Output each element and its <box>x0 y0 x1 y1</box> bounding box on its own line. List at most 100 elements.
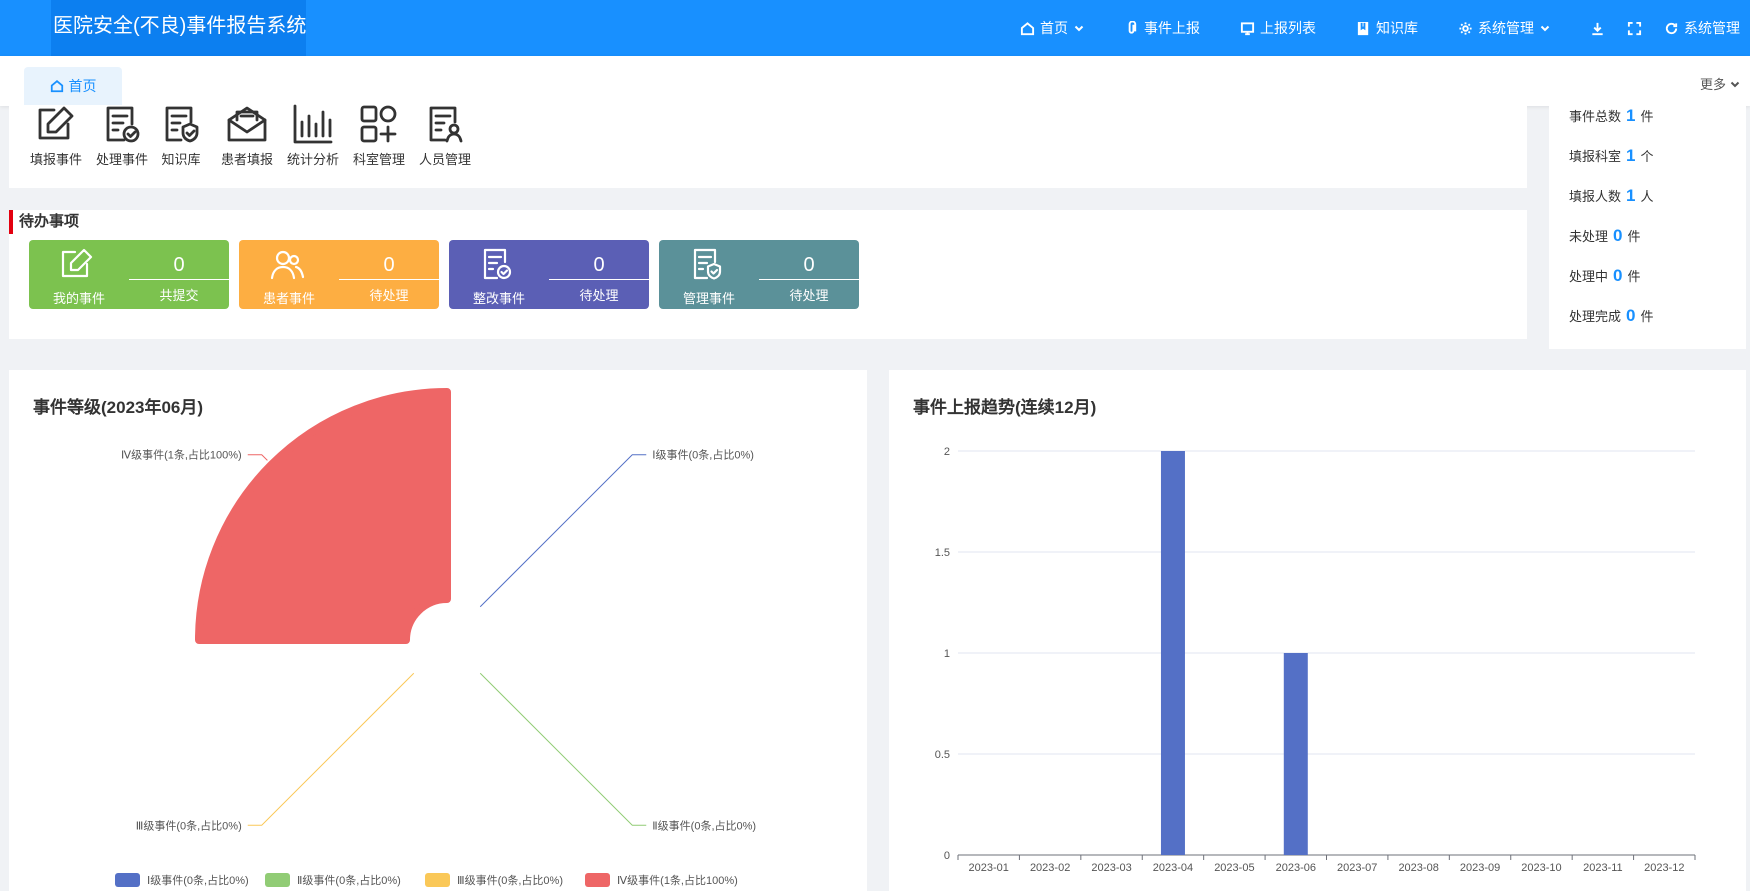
home-icon <box>1020 21 1035 35</box>
trend-chart-panel: 0 0.5 1 1.5 2 2023-01 2023-02 2023-03 2023-04 202… <box>889 370 1746 891</box>
nav-system[interactable]: 系统管理 <box>1458 18 1550 38</box>
stats-panel: 事件总数 1 件 填报科室 1 个 填报人数 1 人 未处理 0 件 处理中 0 件 处理完成 0 件 <box>1549 100 1746 349</box>
quick-link-report-event[interactable]: 填报事件 <box>25 106 87 168</box>
todo-card-label: 整改事件 <box>472 291 525 306</box>
todo-card-label: 管理事件 <box>682 291 735 306</box>
divider <box>549 279 649 280</box>
trend-bar-chart: 0 0.5 1 1.5 2 2023-01 2023-02 2023-03 2023-04 202… <box>935 446 1696 874</box>
book-icon <box>1357 21 1369 35</box>
chevron-down-icon <box>1540 25 1550 32</box>
x-tick-label: 2023-05 <box>1214 862 1254 874</box>
todo-card-sub: 待处理 <box>579 288 619 303</box>
nav-home[interactable]: 首页 <box>1020 18 1084 38</box>
quick-link-label: 科室管理 <box>352 152 405 167</box>
apps-add-icon <box>360 105 397 143</box>
todo-card-count: 0 <box>803 254 815 276</box>
quick-links-panel: 填报事件 处理事件 知识库 患者填报 统计分析 科室管理 人员管理 <box>9 104 1527 188</box>
y-tick-label: 0.5 <box>935 749 950 761</box>
x-tick-label: 2023-10 <box>1521 862 1561 874</box>
download-button[interactable] <box>1590 21 1605 36</box>
app-title: 医院安全(不良)事件报告系统 <box>51 0 306 56</box>
gear-icon <box>1459 21 1472 35</box>
quick-link-patient-report[interactable]: 患者填报 <box>216 106 278 168</box>
legend-swatch[interactable] <box>425 873 450 887</box>
tab-home[interactable]: 首页 <box>24 67 122 105</box>
quick-link-staff[interactable]: 人员管理 <box>414 106 476 168</box>
todo-card-sub: 待处理 <box>369 288 409 303</box>
more-label: 更多 <box>1699 77 1726 92</box>
nav-report-label: 事件上报 <box>1144 20 1200 36</box>
quick-link-label: 填报事件 <box>29 152 82 167</box>
quick-link-label: 知识库 <box>161 152 201 167</box>
x-tick-label: 2023-02 <box>1030 862 1070 874</box>
legend-swatch[interactable] <box>115 873 140 887</box>
stat-value: 1 <box>1626 106 1636 125</box>
legend-label[interactable]: Ⅲ级事件(0条,占比0%) <box>457 873 563 887</box>
tabs-bar: 首页 更多 <box>0 56 1750 106</box>
monitor-icon <box>1240 21 1255 35</box>
quick-link-handle-event[interactable]: 处理事件 <box>91 106 153 168</box>
user-menu[interactable]: 系统管理 <box>1664 18 1740 38</box>
nav-knowledge[interactable]: 知识库 <box>1356 18 1418 38</box>
legend-swatch[interactable] <box>265 873 290 887</box>
quick-link-label: 处理事件 <box>95 152 148 167</box>
todo-card-patient-events[interactable]: 患者事件 0 待处理 <box>239 240 439 309</box>
quick-link-statistics[interactable]: 统计分析 <box>282 104 344 168</box>
stat-processing: 处理中 0 件 <box>1569 266 1641 285</box>
trend-chart-title: 事件上报趋势(连续12月) <box>913 398 1097 417</box>
rose-slice-4[interactable] <box>195 388 451 644</box>
legend-label[interactable]: Ⅳ级事件(1条,占比100%) <box>617 873 738 887</box>
doc-user-icon <box>429 106 463 143</box>
tab-home-label: 首页 <box>68 78 97 94</box>
divider <box>339 279 439 280</box>
legend-swatch[interactable] <box>585 873 610 887</box>
top-header: 医院安全(不良)事件报告系统 首页 事件上报 上报列表 知识库 系统管理 系统管… <box>0 0 1750 56</box>
todo-card-label: 患者事件 <box>262 291 315 306</box>
y-tick-label: 2 <box>944 446 950 458</box>
todo-card-count: 0 <box>593 254 605 276</box>
todo-card-my-events[interactable]: 我的事件 0 共提交 <box>29 240 229 309</box>
level-chart-panel: Ⅰ级事件(0条,占比0%) Ⅱ级事件(0条,占比0%) Ⅲ级事件(0条,占比0%) Ⅳ… <box>9 370 867 891</box>
x-tick-label: 2023-03 <box>1091 862 1131 874</box>
quick-link-department[interactable]: 科室管理 <box>348 105 410 168</box>
bar-2023-06[interactable] <box>1283 653 1308 855</box>
nav-system-label: 系统管理 <box>1478 20 1534 36</box>
rose-leader-line <box>479 672 647 826</box>
todo-title: 待办事项 <box>9 210 79 234</box>
stat-departments: 填报科室 1 个 <box>1569 146 1654 165</box>
refresh-icon <box>1665 22 1678 34</box>
x-tick-label: 2023-08 <box>1398 862 1438 874</box>
legend-label[interactable]: Ⅰ级事件(0条,占比0%) <box>147 873 249 887</box>
fullscreen-button[interactable] <box>1627 21 1642 36</box>
doc-check-icon <box>106 106 140 143</box>
stat-value: 1 <box>1626 146 1636 165</box>
todo-card-manage-events[interactable]: 管理事件 0 待处理 <box>659 240 859 309</box>
nav-report-list[interactable]: 上报列表 <box>1240 18 1316 38</box>
home-icon <box>50 80 63 93</box>
x-tick-label: 2023-11 <box>1583 862 1623 874</box>
doc-shield-icon <box>165 106 199 143</box>
legend-label[interactable]: Ⅱ级事件(0条,占比0%) <box>297 873 401 887</box>
todo-panel: 待办事项 我的事件 0 共提交 患者事件 0 待处理 整改事件 0 待处理 管理… <box>9 210 1527 339</box>
stat-unprocessed: 未处理 0 件 <box>1569 226 1641 245</box>
todo-card-sub: 共提交 <box>159 288 199 303</box>
fullscreen-icon <box>1627 21 1642 35</box>
stat-reporters: 填报人数 1 人 <box>1569 186 1654 205</box>
todo-card-count: 0 <box>173 254 185 276</box>
bar-2023-04[interactable] <box>1160 451 1185 855</box>
todo-card-count: 0 <box>383 254 395 276</box>
quick-link-label: 人员管理 <box>418 152 471 167</box>
clip-icon <box>1128 20 1137 34</box>
x-tick-label: 2023-04 <box>1153 862 1193 874</box>
nav-report[interactable]: 事件上报 <box>1124 18 1200 38</box>
x-tick-label: 2023-01 <box>969 862 1009 874</box>
mail-open-icon <box>227 106 267 142</box>
todo-card-rectify-events[interactable]: 整改事件 0 待处理 <box>449 240 649 309</box>
x-tick-label: 2023-09 <box>1460 862 1500 874</box>
quick-link-knowledge[interactable]: 知识库 <box>150 106 212 168</box>
level-chart-title: 事件等级(2023年06月) <box>33 398 204 417</box>
rose-leader-line <box>247 454 268 461</box>
user-menu-label: 系统管理 <box>1684 20 1740 36</box>
more-dropdown[interactable]: 更多 <box>1700 74 1740 93</box>
rose-slice-label: Ⅳ级事件(1条,占比100%) <box>121 448 242 462</box>
